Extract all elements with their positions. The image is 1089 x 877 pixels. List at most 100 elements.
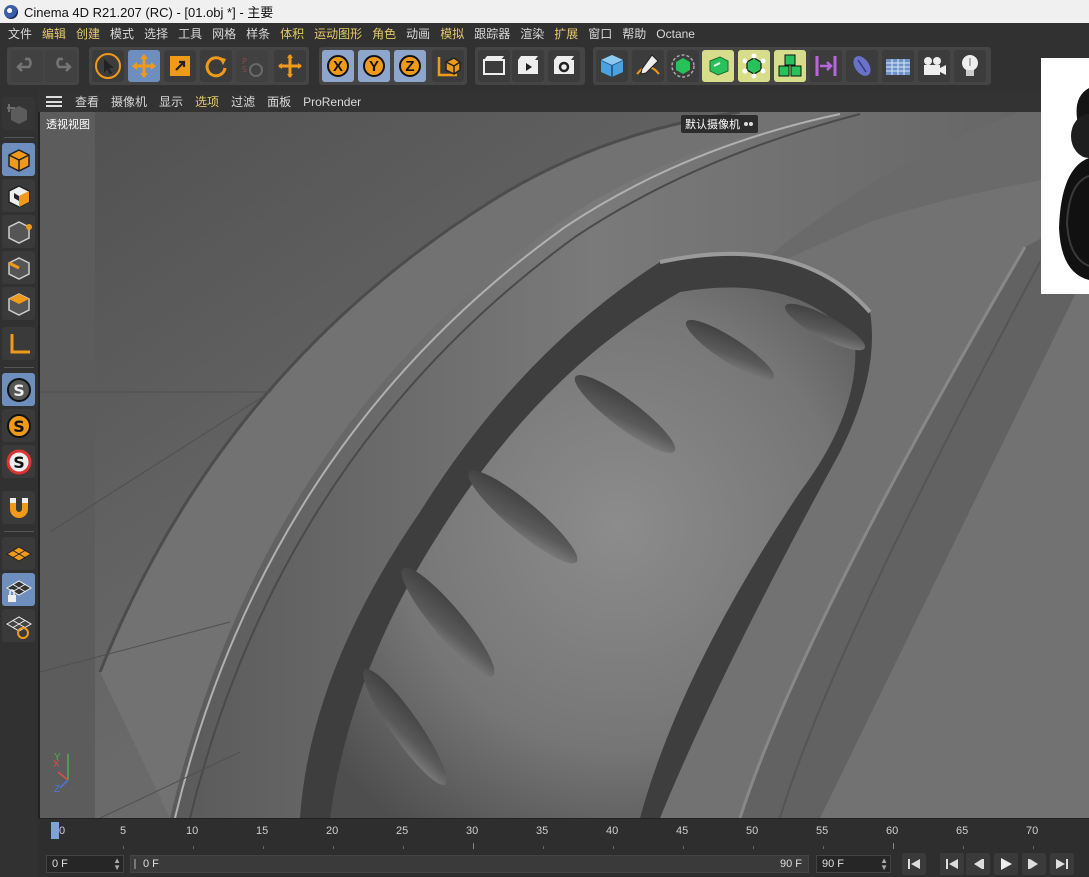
- polygon-mode-icon[interactable]: [2, 287, 35, 320]
- menu-file[interactable]: 文件: [4, 25, 38, 42]
- menu-mode[interactable]: 模式: [106, 25, 140, 42]
- axis-x-icon[interactable]: X: [322, 50, 354, 82]
- perspective-viewport[interactable]: 透视视图 默认摄像机 Y X Z: [38, 112, 1089, 818]
- menu-window[interactable]: 窗口: [584, 25, 618, 42]
- snap-settings-icon[interactable]: S: [2, 409, 35, 442]
- coord-system-icon[interactable]: [432, 50, 464, 82]
- workplane-icon[interactable]: [2, 537, 35, 570]
- menu-create[interactable]: 创建: [72, 25, 106, 42]
- texture-mode-icon[interactable]: [2, 179, 35, 212]
- deformer-icon[interactable]: [810, 50, 842, 82]
- current-frame-value: 0 F: [52, 858, 68, 870]
- mograph-icon[interactable]: [774, 50, 806, 82]
- snap-icon[interactable]: S: [2, 373, 35, 406]
- tick-label: 0: [59, 825, 66, 837]
- snap-workplane-icon[interactable]: S: [2, 445, 35, 478]
- main-toolbar: PS X Y Z: [0, 44, 1089, 91]
- axis-y-icon[interactable]: Y: [358, 50, 390, 82]
- model-mode-icon[interactable]: [2, 143, 35, 176]
- axis-mode-icon[interactable]: [2, 327, 35, 360]
- tick-label: 15: [256, 825, 269, 837]
- make-editable-icon[interactable]: [2, 97, 35, 130]
- viewport-menu-bar: 查看 摄像机 显示 选项 过滤 面板 ProRender: [38, 91, 1089, 112]
- floor-icon[interactable]: [882, 50, 914, 82]
- cube-icon[interactable]: [596, 50, 628, 82]
- axis-y-label: Y: [363, 55, 385, 77]
- menu-edit[interactable]: 编辑: [38, 25, 72, 42]
- edge-mode-icon[interactable]: [2, 251, 35, 284]
- vpmenu-prorender[interactable]: ProRender: [298, 95, 368, 109]
- vpmenu-view[interactable]: 查看: [70, 93, 106, 110]
- menu-animate[interactable]: 动画: [402, 25, 436, 42]
- max-frame-field[interactable]: 90 F ▲ ▼: [816, 855, 891, 873]
- next-frame-icon[interactable]: [1022, 853, 1046, 875]
- prev-key-icon[interactable]: [940, 853, 964, 875]
- menu-volume[interactable]: 体积: [276, 25, 310, 42]
- psr-icon[interactable]: PS: [236, 50, 268, 82]
- render-view-icon[interactable]: [512, 50, 544, 82]
- frame-range-slider[interactable]: 0 F 90 F: [130, 855, 809, 873]
- vpmenu-filter[interactable]: 过滤: [226, 93, 262, 110]
- tick-label: 65: [956, 825, 969, 837]
- timeline-ruler[interactable]: 0 5 10 15 20 25 30 35 40 45 50 55 60 65 …: [38, 818, 1089, 852]
- vpmenu-options[interactable]: 选项: [190, 93, 226, 110]
- tick-label: 20: [326, 825, 339, 837]
- magnet-icon[interactable]: [2, 491, 35, 524]
- menu-octane[interactable]: Octane: [652, 27, 701, 41]
- goto-end-icon[interactable]: [1050, 853, 1074, 875]
- workplane-align-icon[interactable]: [2, 609, 35, 642]
- move-icon[interactable]: [128, 50, 160, 82]
- cloner-icon[interactable]: [738, 50, 770, 82]
- play-icon[interactable]: [994, 853, 1018, 875]
- render-settings-icon[interactable]: [548, 50, 580, 82]
- camera-icon[interactable]: [918, 50, 950, 82]
- scale-icon[interactable]: [164, 50, 196, 82]
- pen-icon[interactable]: [632, 50, 664, 82]
- range-grip-icon[interactable]: [134, 859, 136, 869]
- camera-name: 默认摄像机: [685, 119, 740, 131]
- menu-extensions[interactable]: 扩展: [550, 25, 584, 42]
- prev-frame-icon[interactable]: [966, 853, 990, 875]
- menu-mesh[interactable]: 网格: [208, 25, 242, 42]
- window-title: Cinema 4D R21.207 (RC) - [01.obj *] - 主要: [24, 5, 274, 20]
- axis-x-label: X: [327, 55, 349, 77]
- redo-icon[interactable]: [45, 50, 77, 82]
- menu-mograph[interactable]: 运动图形: [310, 25, 368, 42]
- menu-help[interactable]: 帮助: [618, 25, 652, 42]
- playhead-marker[interactable]: [51, 822, 59, 839]
- range-start-value: 0 F: [143, 858, 159, 870]
- menu-tools[interactable]: 工具: [174, 25, 208, 42]
- rotate-icon[interactable]: [200, 50, 232, 82]
- menu-select[interactable]: 选择: [140, 25, 174, 42]
- subdivision-icon[interactable]: [667, 50, 699, 82]
- snap-move-icon[interactable]: [274, 50, 306, 82]
- stepper-icon[interactable]: ▲ ▼: [880, 857, 888, 872]
- menu-render[interactable]: 渲染: [516, 25, 550, 42]
- light-icon[interactable]: [954, 50, 986, 82]
- tick-label: 55: [816, 825, 829, 837]
- undo-icon[interactable]: [11, 50, 43, 82]
- goto-start-icon[interactable]: [902, 853, 926, 875]
- workplane-lock-icon[interactable]: [2, 573, 35, 606]
- extrude-icon[interactable]: [702, 50, 734, 82]
- menu-simulate[interactable]: 模拟: [436, 25, 470, 42]
- tick-label: 50: [746, 825, 759, 837]
- sculpt-icon[interactable]: [846, 50, 878, 82]
- stepper-icon[interactable]: ▲ ▼: [113, 857, 121, 872]
- vpmenu-panel[interactable]: 面板: [262, 93, 298, 110]
- current-frame-field[interactable]: 0 F ▲ ▼: [46, 855, 124, 873]
- render-region-icon[interactable]: [478, 50, 510, 82]
- menu-character[interactable]: 角色: [368, 25, 402, 42]
- tick-label: 45: [676, 825, 689, 837]
- transport-bar: 0 F ▲ ▼ 0 F 90 F 90 F ▲ ▼: [38, 852, 1089, 877]
- menu-tracker[interactable]: 跟踪器: [470, 25, 516, 42]
- menu-spline[interactable]: 样条: [242, 25, 276, 42]
- point-mode-icon[interactable]: [2, 215, 35, 248]
- select-arrow-icon[interactable]: [92, 50, 124, 82]
- camera-selector[interactable]: 默认摄像机: [681, 115, 758, 133]
- axis-z-label: Z: [399, 55, 421, 77]
- viewport-hamburger-icon[interactable]: [46, 96, 62, 107]
- vpmenu-cameras[interactable]: 摄像机: [106, 93, 154, 110]
- vpmenu-display[interactable]: 显示: [154, 93, 190, 110]
- axis-z-icon[interactable]: Z: [394, 50, 426, 82]
